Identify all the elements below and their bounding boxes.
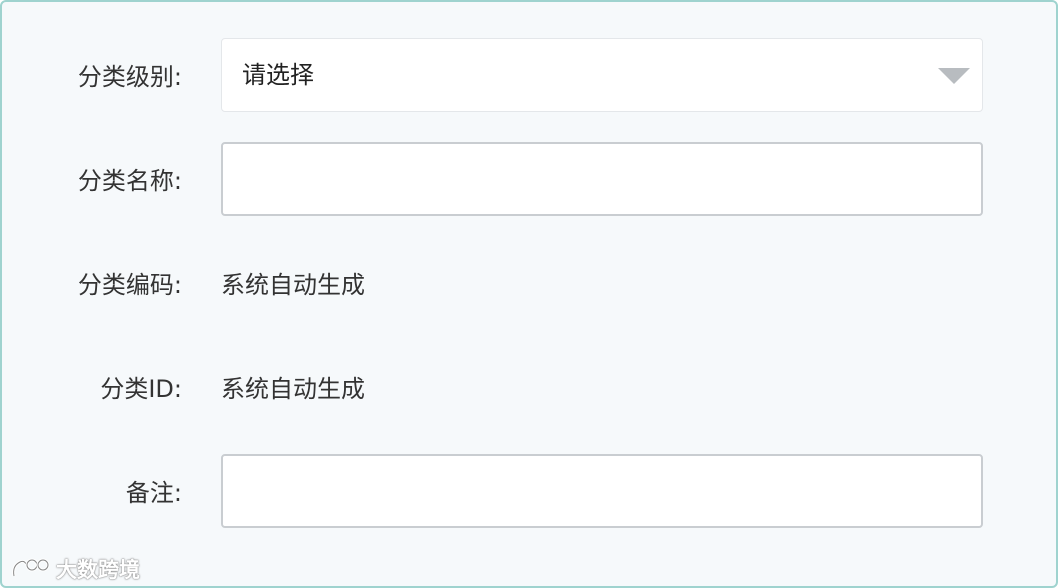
category-form-panel: 分类级别: 请选择 分类名称: 分类编码: 系统自动生成 分类ID: 系统自动生… bbox=[0, 0, 1058, 588]
category-name-input[interactable] bbox=[223, 144, 981, 214]
logo-icon bbox=[10, 556, 50, 582]
watermark-text: 大数跨境 bbox=[56, 558, 140, 582]
category-name-label: 分类名称: bbox=[77, 167, 182, 195]
category-id-value: 系统自动生成 bbox=[221, 375, 365, 403]
category-level-label: 分类级别: bbox=[77, 63, 182, 91]
remark-field[interactable] bbox=[221, 454, 983, 528]
category-id-label: 分类ID: bbox=[100, 375, 182, 403]
category-name-field[interactable] bbox=[221, 142, 983, 216]
watermark: 大数跨境 bbox=[10, 554, 140, 584]
category-level-select[interactable]: 请选择 bbox=[221, 38, 983, 112]
category-code-label: 分类编码: bbox=[77, 271, 182, 299]
remark-label: 备注: bbox=[125, 479, 182, 507]
remark-input[interactable] bbox=[223, 456, 981, 526]
category-level-selected-value: 请选择 bbox=[242, 61, 314, 89]
category-code-value: 系统自动生成 bbox=[221, 271, 365, 299]
dropdown-caret-icon bbox=[938, 68, 970, 84]
